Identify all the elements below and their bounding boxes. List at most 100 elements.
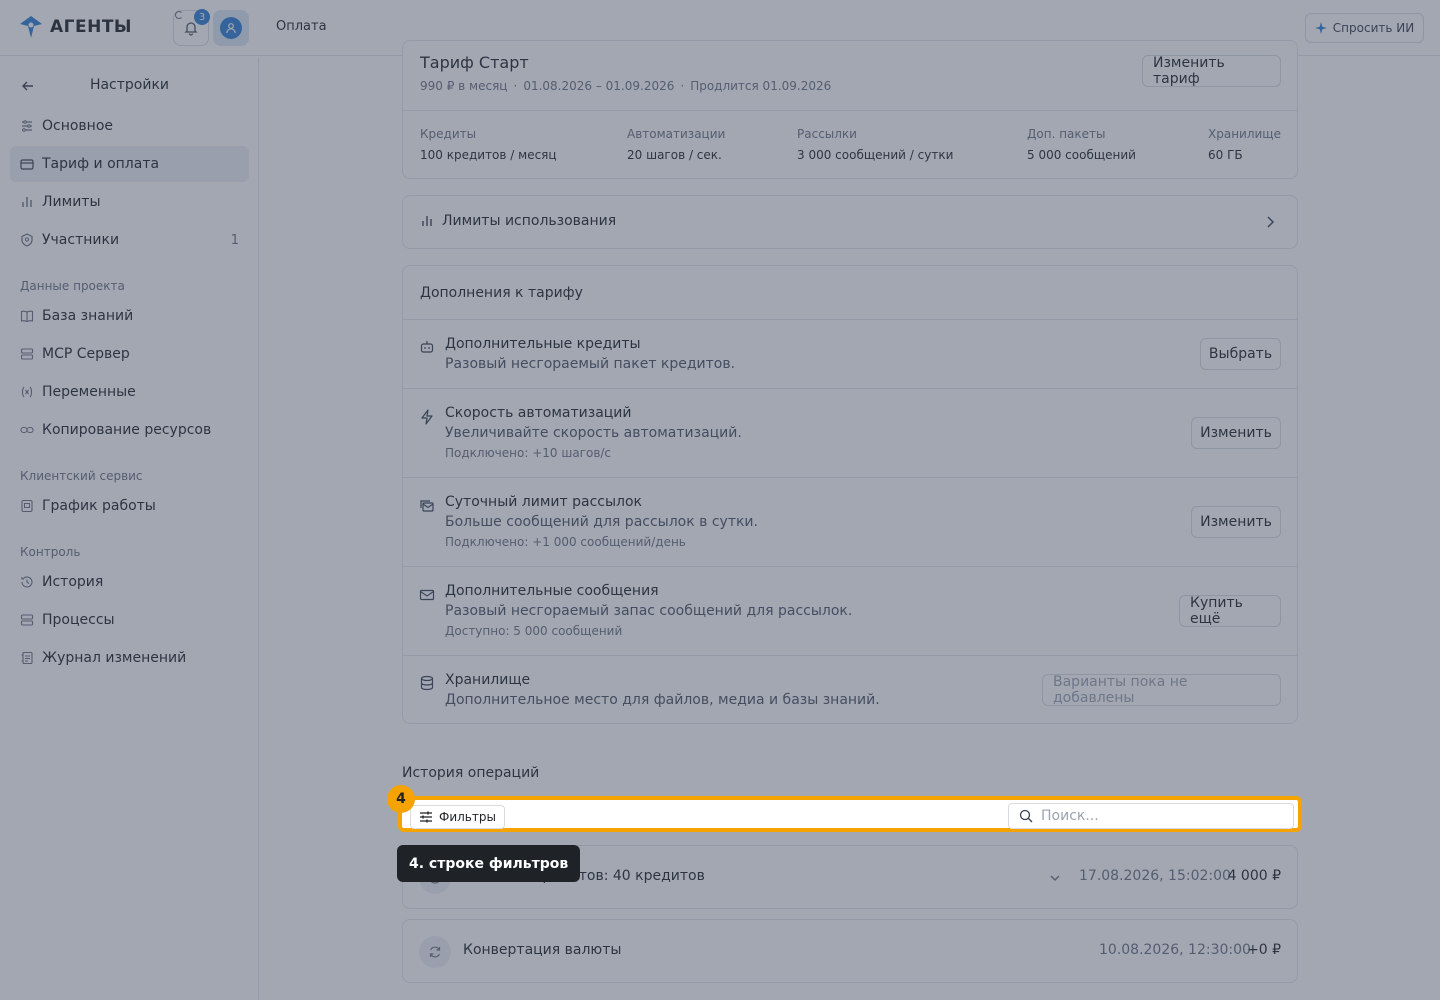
sidebar-item-label: Участники — [42, 232, 120, 248]
chevron-right-icon — [1267, 216, 1275, 228]
sidebar-item-label: Журнал изменений — [42, 650, 187, 666]
search-icon — [1019, 809, 1033, 823]
plan-meta: 990 ₽ в месяц · 01.08.2026 – 01.09.2026 … — [420, 79, 831, 93]
app-root: АГЕНТЫ 3 Оплата Спросить ИИ Настройки Ос… — [0, 0, 1440, 1000]
sidebar-item-label: Основное — [42, 118, 114, 134]
addons-title: Дополнения к тарифу — [420, 285, 583, 301]
plan-addons-card: Дополнения к тарифу Дополнительные креди… — [402, 265, 1298, 724]
addon-description: Дополнительное место для файлов, медиа и… — [445, 692, 880, 708]
group-label-service: Клиентский сервис — [20, 469, 143, 483]
stat-label: Автоматизации — [627, 127, 726, 141]
stat-value: 100 кредитов / месяц — [420, 148, 557, 162]
robot-icon — [420, 341, 434, 353]
storage-options-button: Варианты пока не добавлены — [1042, 674, 1281, 706]
sidebar-item-variables[interactable]: Переменные — [10, 374, 249, 410]
plan-name: Тариф Старт — [420, 53, 529, 72]
change-automation-speed-button[interactable]: Изменить — [1191, 417, 1281, 449]
credit-card-icon — [20, 159, 34, 170]
stat-label: Рассылки — [797, 127, 857, 141]
stat-storage: Хранилище 60 ГБ — [1208, 127, 1281, 162]
addon-description: Увеличивайте скорость автоматизаций. — [445, 425, 742, 441]
stat-automations: Автоматизации 20 шагов / сек. — [627, 127, 725, 162]
ask-ai-button[interactable]: Спросить ИИ — [1305, 13, 1424, 43]
addon-row-extra-messages: Дополнительные сообщения Разовый несгора… — [403, 566, 1297, 655]
group-label-control: Контроль — [20, 545, 81, 559]
sidebar-item-label: Копирование ресурсов — [42, 422, 212, 438]
stat-value: 3 000 сообщений / сутки — [797, 148, 954, 162]
link-icon — [20, 426, 34, 434]
chevron-down-icon[interactable] — [1049, 872, 1061, 884]
notifications-badge: 3 — [194, 9, 210, 25]
sidebar-item-general[interactable]: Основное — [10, 108, 249, 144]
settings-sidebar: Настройки Основное Тариф и оплата Лимиты… — [0, 57, 259, 1000]
lightning-icon — [421, 409, 433, 425]
sliders-icon — [22, 120, 32, 132]
book-icon — [20, 310, 34, 323]
meta-separator: · — [513, 79, 518, 93]
sidebar-item-members[interactable]: Участники 1 — [10, 222, 249, 258]
history-title: История операций — [402, 765, 540, 781]
sidebar-item-resource-copy[interactable]: Копирование ресурсов — [10, 412, 249, 448]
choose-credits-button[interactable]: Выбрать — [1200, 338, 1281, 370]
filter-sliders-icon — [420, 811, 432, 823]
sidebar-item-mcp-server[interactable]: MCP Сервер — [10, 336, 249, 372]
search-placeholder: Поиск... — [1041, 808, 1099, 824]
page-title: Оплата — [276, 19, 327, 34]
user-icon — [226, 23, 236, 34]
server-icon — [20, 348, 34, 360]
profile-button[interactable] — [213, 10, 249, 46]
operation-date: 17.08.2026, 15:02:00 — [1079, 868, 1231, 884]
addon-note: Доступно: 5 000 сообщений — [445, 624, 623, 638]
process-icon — [20, 614, 34, 626]
addon-title: Скорость автоматизаций — [445, 405, 632, 421]
change-mailing-limit-button[interactable]: Изменить — [1191, 506, 1281, 538]
sidebar-item-limits[interactable]: Лимиты — [10, 184, 249, 220]
bar-chart-icon — [22, 197, 32, 207]
tour-tooltip: 4. строке фильтров — [397, 845, 581, 882]
sidebar-item-schedule[interactable]: График работы — [10, 488, 249, 524]
brand-logo-icon — [20, 16, 42, 38]
operation-row[interactable]: Конвертация валюты 10.08.2026, 12:30:00 … — [402, 919, 1298, 983]
usage-limits-title: Лимиты использования — [420, 213, 616, 229]
users-icon — [21, 233, 33, 247]
operation-amount: 4 000 ₽ — [1227, 868, 1281, 884]
sidebar-item-processes[interactable]: Процессы — [10, 602, 249, 638]
meta-separator: · — [680, 79, 685, 93]
stat-value: 20 шагов / сек. — [627, 148, 722, 162]
history-icon — [21, 576, 33, 588]
group-label-project: Данные проекта — [20, 279, 125, 293]
mail-stack-icon — [420, 500, 434, 512]
addon-note: Подключено: +10 шагов/с — [445, 446, 612, 460]
plan-price: 990 ₽ в месяц — [420, 79, 508, 93]
calendar-icon — [21, 499, 33, 513]
addon-note: Подключено: +1 000 сообщений/день — [445, 535, 686, 549]
addon-title: Суточный лимит рассылок — [445, 494, 643, 510]
sidebar-header: Настройки — [20, 76, 239, 96]
ask-ai-label: Спросить ИИ — [1332, 21, 1415, 35]
operation-title: Конвертация валюты — [463, 942, 622, 958]
avatar — [220, 17, 242, 39]
filters-button[interactable]: Фильтры — [410, 805, 505, 829]
brand-name: АГЕНТЫ — [50, 17, 133, 37]
sidebar-item-history[interactable]: История — [10, 564, 249, 600]
sidebar-item-label: График работы — [42, 498, 156, 514]
change-plan-button[interactable]: Изменить тариф — [1142, 55, 1281, 87]
sidebar-item-label: Процессы — [42, 612, 115, 628]
stat-extra-packs: Доп. пакеты 5 000 сообщений — [1027, 127, 1136, 162]
addon-title: Хранилище — [445, 672, 531, 688]
sparkle-icon — [1314, 22, 1327, 34]
stat-mailings: Рассылки 3 000 сообщений / сутки — [797, 127, 953, 162]
sidebar-item-label: База знаний — [42, 308, 134, 324]
stat-value: 5 000 сообщений — [1027, 148, 1136, 162]
members-count: 1 — [230, 232, 239, 248]
stat-value: 60 ГБ — [1208, 148, 1243, 162]
sidebar-item-knowledge-base[interactable]: База знаний — [10, 298, 249, 334]
addon-row-storage: Хранилище Дополнительное место для файло… — [403, 655, 1297, 724]
history-search-input[interactable]: Поиск... — [1008, 803, 1294, 829]
filters-label: Фильтры — [439, 810, 496, 824]
buy-more-messages-button[interactable]: Купить ещё — [1179, 595, 1281, 627]
brand-logo[interactable]: АГЕНТЫ — [18, 14, 132, 40]
sidebar-item-changelog[interactable]: Журнал изменений — [10, 640, 249, 676]
sidebar-item-billing[interactable]: Тариф и оплата — [10, 146, 249, 182]
usage-limits-card[interactable]: Лимиты использования — [402, 195, 1298, 249]
